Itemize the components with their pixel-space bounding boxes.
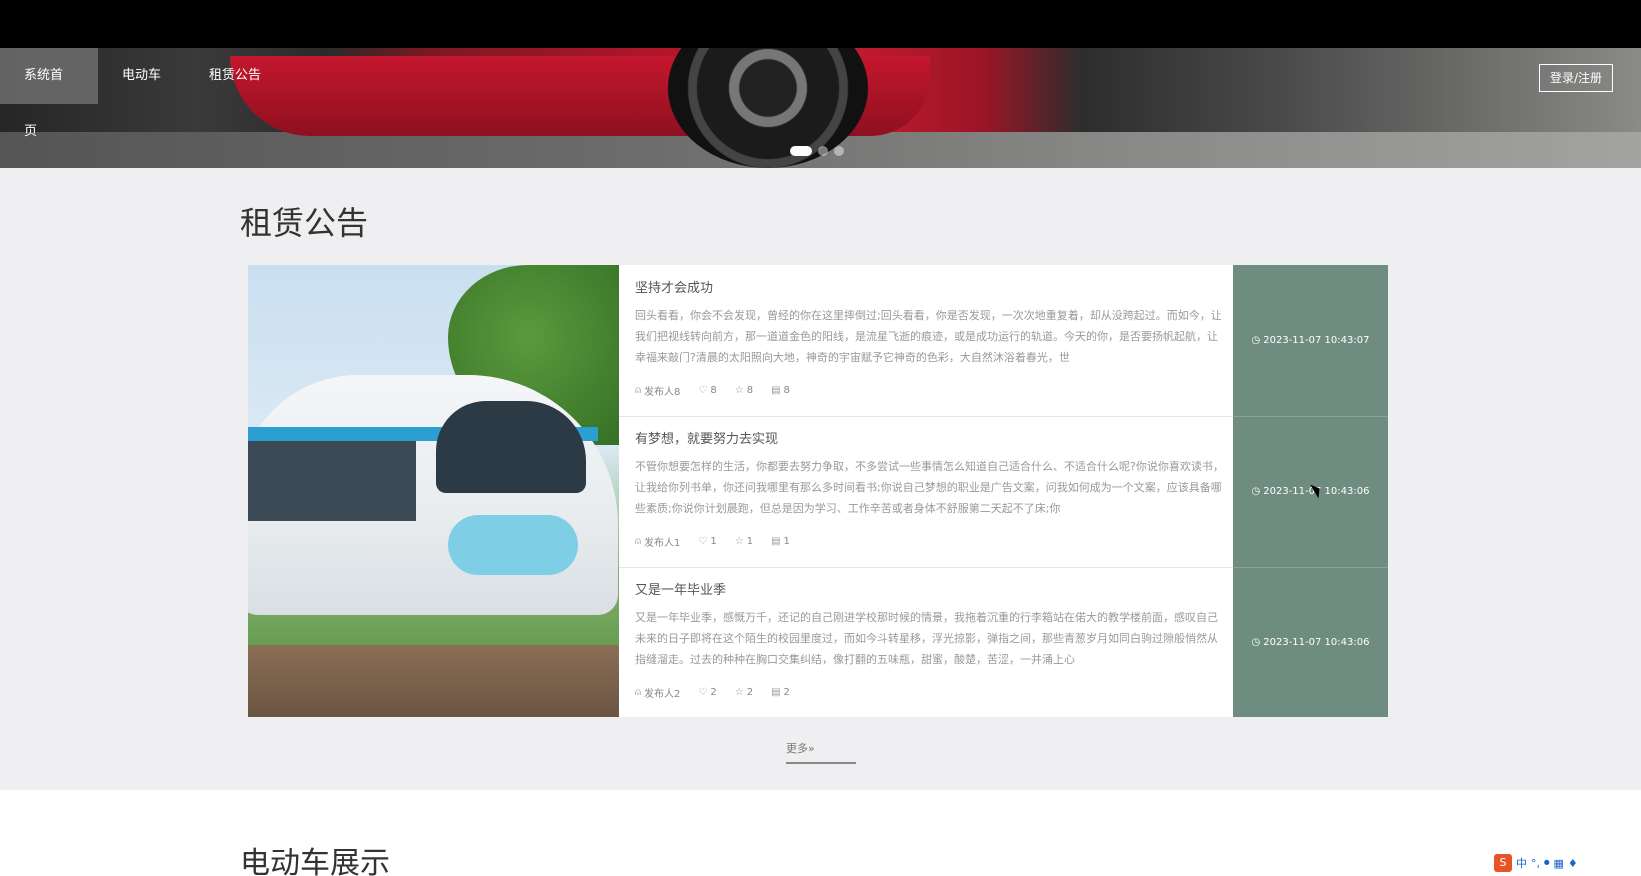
comment-icon: ▤ [771,536,781,547]
notice-desc: 又是一年毕业季，感慨万千，还记的自己刚进学校那时候的情景，我拖着沉重的行李箱站在… [635,611,1218,666]
notice-meta: ⍝ 发布人8 ♡ 8 ☆ 8 ▤ 8 [635,383,790,398]
notice-meta: ⍝ 发布人2 ♡ 2 ☆ 2 ▤ 2 [635,685,790,700]
star-icon: ☆ [734,687,744,698]
browser-viewport: 系统首页 电动车 租赁公告 登录/注册 租赁公告 坚持才会成功 回头看看，你会不… [0,48,1641,876]
clock-icon: ◷ [1251,637,1261,648]
notice-favorites: 1 [746,536,754,547]
notice-likes: 8 [710,385,717,396]
notice-publisher: 发布人1 [644,538,681,549]
ime-language[interactable]: 中 [1516,855,1527,871]
date-cell: ◷ 2023-11-07 10:43:07 [1233,265,1388,417]
punctuation-icon[interactable]: °, [1531,857,1540,870]
star-icon: ☆ [734,385,744,396]
comment-icon: ▤ [771,385,781,396]
carousel-dots[interactable] [790,146,844,156]
tram-windshield [436,401,586,493]
date-cell: ◷ 2023-11-07 10:43:06 [1233,567,1388,718]
hero-banner: 系统首页 电动车 租赁公告 登录/注册 [0,48,1641,168]
tram-front [448,515,578,575]
notice-title[interactable]: 坚持才会成功 [635,277,713,296]
user-icon: ⍝ [635,385,641,396]
photo-rail [248,645,619,717]
notice-likes: 1 [710,536,717,547]
user-icon: ⍝ [635,687,641,698]
keyboard-icon[interactable]: ▦ [1554,857,1564,870]
sogou-logo-icon: S [1494,854,1512,872]
microphone-icon[interactable]: ⏺ [1544,856,1550,870]
nav-item-electric-car[interactable]: 电动车 [98,48,185,104]
carousel-dot-2[interactable] [818,146,828,156]
thumbs-up-icon: ♡ [698,536,708,547]
thumbs-up-icon: ♡ [698,687,708,698]
notice-item[interactable]: 有梦想，就要努力去实现 不管你想要怎样的生活，你都要去努力争取，不多尝试一些事情… [619,416,1233,568]
notice-photo[interactable] [248,265,619,717]
notice-comments: 2 [783,687,790,698]
comment-icon: ▤ [771,687,781,698]
nav-item-home[interactable]: 系统首页 [0,48,98,139]
notice-publisher: 发布人2 [644,689,681,700]
more-underline [786,762,856,764]
date-cell: ◷ 2023-11-07 10:43:06 [1233,416,1388,568]
photo-tram [248,375,618,615]
nav-item-rental-notice[interactable]: 租赁公告 [185,48,285,104]
more-link[interactable]: 更多» [786,740,815,756]
notice-desc: 不管你想要怎样的生活，你都要去努力争取，不多尝试一些事情怎么知道自己适合什么、不… [635,460,1224,515]
notice-favorites: 8 [746,385,754,396]
notice-desc: 回头看看，你会不会发现，曾经的你在这里摔倒过;回头看看，你是否发现，一次次地重复… [635,309,1222,364]
tram-side-windows [248,441,416,521]
login-register-button[interactable]: 登录/注册 [1538,64,1613,92]
user-icon: ⍝ [635,536,641,547]
carousel-dot-1[interactable] [790,146,812,156]
notice-meta: ⍝ 发布人1 ♡ 1 ☆ 1 ▤ 1 [635,534,790,549]
notice-title[interactable]: 有梦想，就要努力去实现 [635,428,778,447]
date-column: ◷ 2023-11-07 10:43:07 ◷ 2023-11-07 10:43… [1233,265,1388,717]
notice-likes: 2 [710,687,717,698]
notice-panel: 坚持才会成功 回头看看，你会不会发现，曾经的你在这里摔倒过;回头看看，你是否发现… [248,265,1388,717]
notice-favorites: 2 [746,687,754,698]
star-icon: ☆ [734,536,744,547]
section-title: 租赁公告 [240,204,369,242]
thumbs-up-icon: ♡ [698,385,708,396]
electric-car-section-title: 电动车展示 [240,846,390,876]
notice-title[interactable]: 又是一年毕业季 [635,579,726,598]
shirt-icon[interactable]: ♦ [1568,857,1578,870]
ime-toolbar[interactable]: S 中 °, ⏺ ▦ ♦ [1494,854,1578,872]
notice-item[interactable]: 又是一年毕业季 又是一年毕业季，感慨万千，还记的自己刚进学校那时候的情景，我拖着… [619,567,1233,718]
clock-icon: ◷ [1251,486,1261,497]
carousel-dot-3[interactable] [834,146,844,156]
top-nav: 系统首页 电动车 租赁公告 [0,48,1641,139]
notice-date: 2023-11-07 10:43:06 [1263,637,1370,648]
notice-item[interactable]: 坚持才会成功 回头看看，你会不会发现，曾经的你在这里摔倒过;回头看看，你是否发现… [619,265,1233,417]
notice-comments: 8 [783,385,790,396]
notice-date: 2023-11-07 10:43:07 [1263,335,1370,346]
clock-icon: ◷ [1251,335,1261,346]
notice-list: 坚持才会成功 回头看看，你会不会发现，曾经的你在这里摔倒过;回头看看，你是否发现… [619,265,1233,717]
notice-publisher: 发布人8 [644,387,681,398]
notice-comments: 1 [783,536,790,547]
